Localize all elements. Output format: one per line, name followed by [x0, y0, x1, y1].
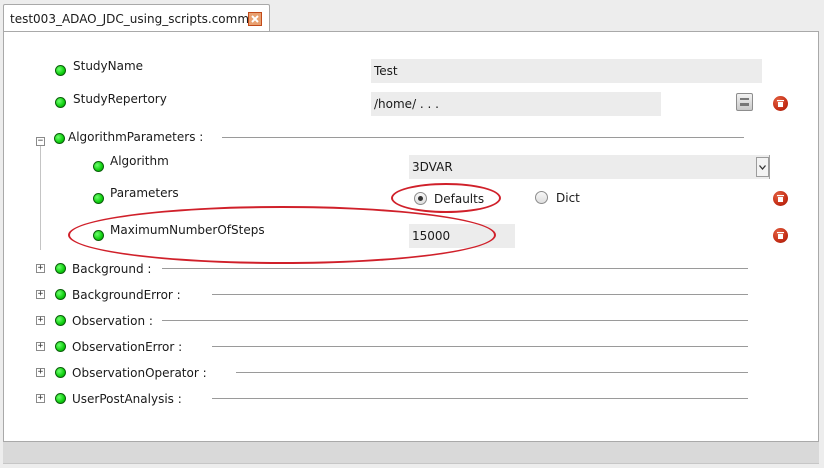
tree-line: [40, 146, 41, 250]
study-repertory-label: StudyRepertory: [73, 92, 167, 106]
group-separator: [236, 372, 748, 373]
group-separator: [222, 137, 744, 138]
trash-icon[interactable]: [773, 228, 788, 243]
trash-icon[interactable]: [773, 96, 788, 111]
algorithm-parameters-label: AlgorithmParameters :: [68, 130, 204, 144]
file-browse-icon[interactable]: [736, 93, 753, 111]
status-ok-icon: [55, 97, 66, 108]
expand-icon[interactable]: +: [36, 368, 45, 377]
algorithm-select[interactable]: 3DVAR: [409, 155, 770, 179]
collapse-icon[interactable]: −: [36, 137, 45, 146]
group-separator: [162, 268, 748, 269]
status-ok-icon: [55, 393, 66, 404]
group-separator: [162, 320, 748, 321]
group-separator: [212, 294, 748, 295]
tab-bar: test003_ADAO_JDC_using_scripts.comm: [0, 0, 824, 32]
study-name-input[interactable]: Test: [371, 59, 762, 83]
group-separator: [212, 346, 748, 347]
status-ok-icon: [55, 289, 66, 300]
status-ok-icon: [93, 161, 104, 172]
study-repertory-input[interactable]: /home/ . . .: [371, 92, 661, 116]
radio-dict[interactable]: [535, 191, 548, 204]
expand-icon[interactable]: +: [36, 264, 45, 273]
expand-icon[interactable]: +: [36, 316, 45, 325]
status-ok-icon: [54, 133, 65, 144]
study-name-label: StudyName: [73, 59, 144, 73]
expand-icon[interactable]: +: [36, 342, 45, 351]
tab-title: test003_ADAO_JDC_using_scripts.comm: [10, 12, 250, 26]
status-ok-icon: [55, 341, 66, 352]
status-ok-icon: [55, 315, 66, 326]
highlight-ellipse: [391, 183, 501, 213]
status-bar: [3, 442, 819, 464]
expand-icon[interactable]: +: [36, 290, 45, 299]
status-ok-icon: [55, 263, 66, 274]
parameters-label: Parameters: [110, 186, 179, 200]
expand-icon[interactable]: +: [36, 394, 45, 403]
radio-dict-label: Dict: [556, 191, 580, 205]
trash-icon[interactable]: [773, 191, 788, 206]
group-label: UserPostAnalysis :: [72, 392, 182, 406]
tab-document[interactable]: test003_ADAO_JDC_using_scripts.comm: [3, 4, 270, 32]
chevron-down-icon[interactable]: [756, 157, 769, 177]
group-label: BackgroundError :: [72, 288, 181, 302]
algorithm-label: Algorithm: [110, 154, 169, 168]
close-icon[interactable]: [248, 12, 262, 26]
group-label: ObservationOperator :: [72, 366, 207, 380]
group-label: Background :: [72, 262, 152, 276]
status-ok-icon: [55, 367, 66, 378]
group-label: Observation :: [72, 314, 153, 328]
algorithm-selected-value: 3DVAR: [412, 160, 453, 174]
status-ok-icon: [93, 193, 104, 204]
group-label: ObservationError :: [72, 340, 183, 354]
status-ok-icon: [55, 65, 66, 76]
highlight-ellipse: [68, 206, 496, 264]
group-separator: [212, 398, 748, 399]
